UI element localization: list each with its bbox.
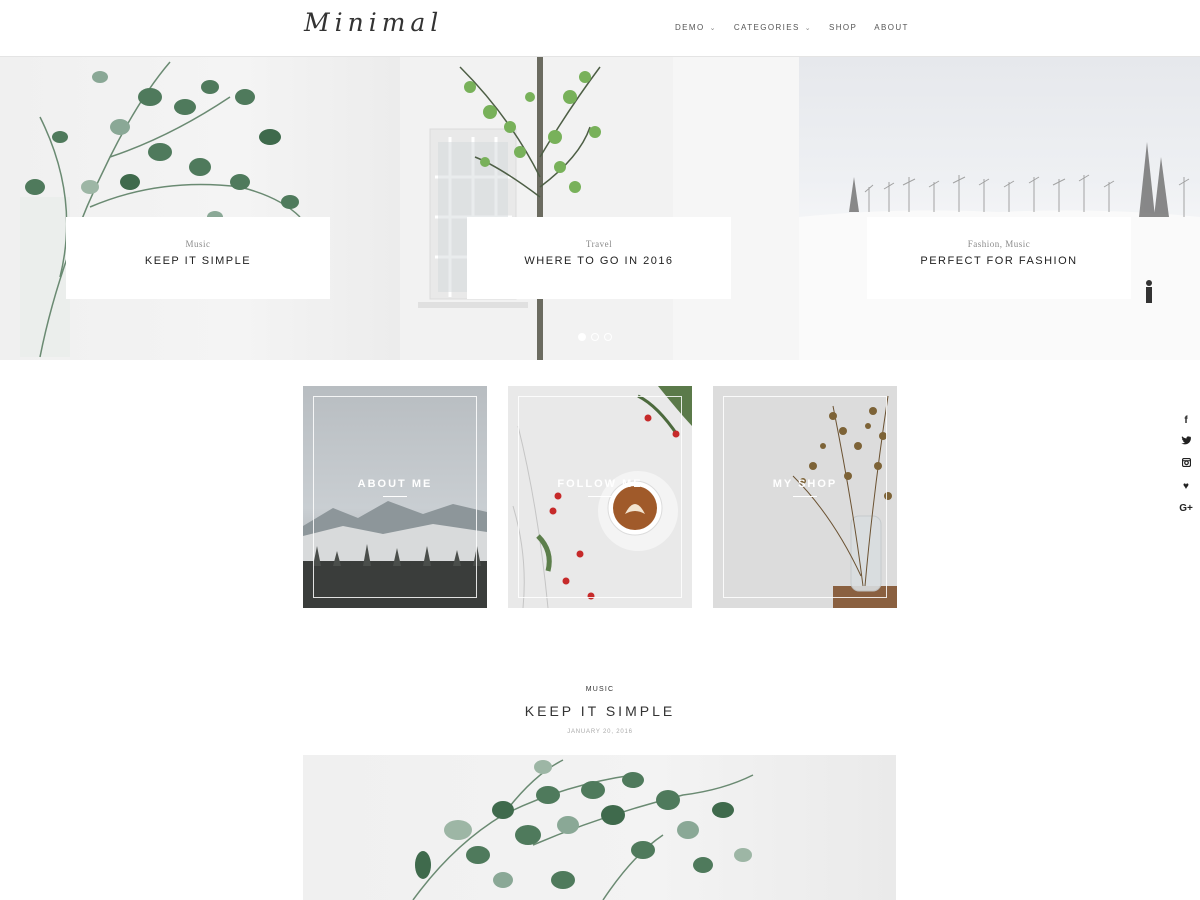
promo-label: FOLLOW ME [557, 478, 643, 490]
plant-illustration [412, 759, 754, 900]
instagram-icon[interactable] [1178, 457, 1194, 479]
slider-dot[interactable] [578, 333, 586, 341]
slide-caption[interactable]: Travel WHERE TO GO IN 2016 [467, 217, 731, 299]
slide-category[interactable]: Music [66, 239, 330, 249]
promo-frame [313, 396, 477, 598]
slider-dot[interactable] [604, 333, 612, 341]
post-featured-image[interactable] [303, 755, 896, 900]
promo-underline [383, 496, 407, 497]
nav-item-categories[interactable]: CATEGORIES ⌄ [734, 23, 812, 32]
social-sidebar: f ♥ G+ [1178, 413, 1194, 523]
slide-image-window[interactable] [400, 57, 800, 360]
post-title[interactable]: KEEP IT SIMPLE [0, 703, 1200, 719]
nav-item-label: SHOP [829, 23, 858, 32]
promo-underline [588, 496, 612, 497]
plant-illustration [20, 61, 301, 358]
nav-item-label: CATEGORIES [733, 23, 800, 32]
promo-label: ABOUT ME [357, 478, 433, 490]
featured-slider: Music KEEP IT SIMPLE Travel WHERE TO GO … [0, 57, 1200, 360]
slider-dot[interactable] [591, 333, 599, 341]
slide-category[interactable]: Fashion, Music [867, 239, 1131, 249]
slide-title[interactable]: WHERE TO GO IN 2016 [467, 255, 731, 267]
promo-underline [793, 496, 817, 497]
nav-item-label: DEMO [675, 23, 705, 32]
slide-category[interactable]: Travel [467, 239, 731, 249]
chevron-down-icon: ⌄ [804, 24, 812, 32]
snow-landscape-illustration [799, 142, 1200, 360]
promo-follow-me[interactable]: FOLLOW ME [508, 386, 692, 608]
promo-frame [518, 396, 682, 598]
slide-title[interactable]: PERFECT FOR FASHION [867, 255, 1131, 267]
window-tree-illustration [400, 57, 800, 360]
nav-item-about[interactable]: ABOUT [874, 23, 909, 32]
site-logo[interactable]: Minimal [304, 8, 443, 37]
slide-title[interactable]: KEEP IT SIMPLE [66, 255, 330, 267]
main-nav: DEMO ⌄ CATEGORIES ⌄ SHOP ABOUT [675, 23, 926, 32]
nav-item-demo[interactable]: DEMO ⌄ [675, 23, 717, 32]
nav-item-shop[interactable]: SHOP [829, 23, 857, 32]
bloglovin-icon[interactable]: ♥ [1178, 479, 1194, 501]
promo-about-me[interactable]: ABOUT ME [303, 386, 487, 608]
slide-caption[interactable]: Music KEEP IT SIMPLE [66, 217, 330, 299]
post-date: JANUARY 20, 2016 [567, 729, 633, 735]
chevron-down-icon: ⌄ [709, 24, 717, 32]
post-category[interactable]: MUSIC [0, 686, 1200, 693]
promo-my-shop[interactable]: MY SHOP [713, 386, 897, 608]
promo-label: MY SHOP [772, 478, 838, 490]
promo-frame [723, 396, 887, 598]
google-plus-icon[interactable]: G+ [1178, 501, 1194, 523]
slider-pagination [578, 333, 612, 341]
twitter-icon[interactable] [1178, 435, 1194, 457]
nav-item-label: ABOUT [874, 23, 909, 32]
facebook-icon[interactable]: f [1178, 413, 1194, 435]
slide-image-plant[interactable] [0, 57, 400, 360]
slide-caption[interactable]: Fashion, Music PERFECT FOR FASHION [867, 217, 1131, 299]
slide-image-snow[interactable] [799, 57, 1200, 360]
site-header: Minimal DEMO ⌄ CATEGORIES ⌄ SHOP ABOUT [0, 0, 1200, 57]
